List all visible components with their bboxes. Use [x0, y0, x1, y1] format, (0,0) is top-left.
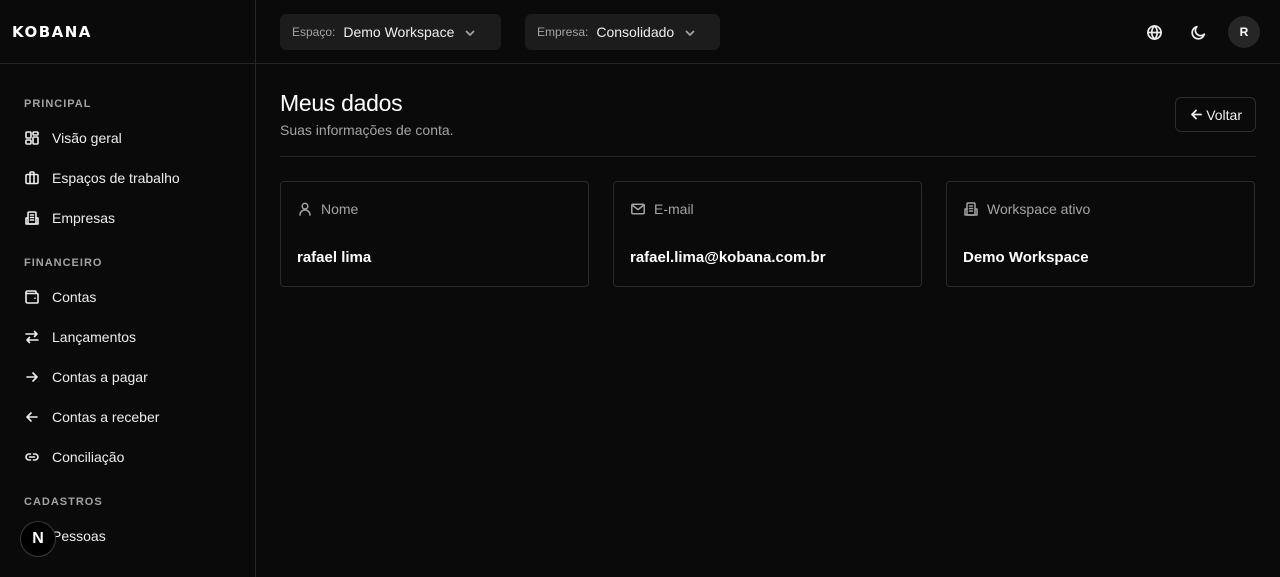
- card-value: rafael lima: [297, 249, 372, 266]
- section-title-cadastros: CADASTROS: [24, 496, 103, 508]
- card-nome: Nome rafael lima: [280, 181, 589, 287]
- card-value: rafael.lima@kobana.com.br: [630, 249, 826, 266]
- building-icon: [964, 202, 978, 216]
- page-subtitle: Suas informações de conta.: [280, 122, 454, 138]
- briefcase-icon: [24, 170, 40, 186]
- card-header: E-mail: [630, 201, 694, 217]
- back-button[interactable]: Voltar: [1175, 97, 1256, 132]
- workspace-selector[interactable]: Espaço: Demo Workspace: [280, 14, 501, 50]
- chevron-down-icon: [684, 26, 696, 38]
- sidebar-item-label: Contas: [52, 289, 97, 305]
- card-label: Nome: [321, 201, 359, 217]
- sidebar-item-label: Pessoas: [52, 528, 106, 544]
- sidebar-item-contas-a-pagar[interactable]: Contas a pagar: [0, 357, 255, 397]
- arrows-exchange-icon: [24, 329, 40, 345]
- section-title-financeiro: FINANCEIRO: [24, 257, 103, 269]
- page-title: Meus dados: [280, 90, 403, 116]
- globe-icon[interactable]: [1143, 21, 1165, 43]
- user-avatar[interactable]: R: [1228, 16, 1260, 48]
- sidebar-item-label: Contas a pagar: [52, 369, 148, 385]
- arrow-left-icon: [24, 409, 40, 425]
- kobana-logo[interactable]: KOBANA: [12, 23, 92, 41]
- company-selector[interactable]: Empresa: Consolidado: [525, 14, 720, 50]
- card-header: Nome: [297, 201, 358, 217]
- company-selector-value: Consolidado: [596, 24, 675, 40]
- topbar: Espaço: Demo Workspace Empresa: Consolid…: [256, 0, 1280, 64]
- header-divider: [280, 156, 1256, 157]
- back-button-label: Voltar: [1206, 106, 1242, 123]
- sidebar-item-label: Empresas: [52, 210, 116, 226]
- card-label: Workspace ativo: [987, 201, 1091, 217]
- building-icon: [24, 210, 40, 226]
- sidebar-item-contas-a-receber[interactable]: Contas a receber: [0, 397, 255, 437]
- arrow-left-icon: [1191, 109, 1203, 120]
- logo-bar: KOBANA: [0, 0, 255, 64]
- mail-icon: [631, 203, 645, 215]
- sidebar-item-lancamentos[interactable]: Lançamentos: [0, 317, 255, 357]
- sidebar: KOBANA PRINCIPAL Visão geral Espaços de …: [0, 0, 256, 577]
- workspace-selector-value: Demo Workspace: [343, 24, 455, 40]
- sidebar-item-label: Contas a receber: [52, 409, 160, 425]
- sidebar-nav: PRINCIPAL Visão geral Espaços de trabalh…: [0, 64, 255, 556]
- sidebar-item-conciliacao[interactable]: Conciliação: [0, 437, 255, 477]
- card-label: E-mail: [654, 201, 694, 217]
- sidebar-item-label: Lançamentos: [52, 329, 137, 345]
- card-value: Demo Workspace: [963, 249, 1089, 266]
- chevron-down-icon: [464, 26, 476, 38]
- arrow-right-icon: [24, 369, 40, 385]
- sidebar-item-contas[interactable]: Contas: [0, 277, 255, 317]
- next-dev-badge[interactable]: N: [20, 521, 56, 557]
- sidebar-item-espacos-de-trabalho[interactable]: Espaços de trabalho: [0, 158, 255, 198]
- sidebar-item-visao-geral[interactable]: Visão geral: [0, 118, 255, 158]
- account-info-cards: Nome rafael lima E-mail rafael.lima@koba…: [280, 181, 1256, 287]
- card-email: E-mail rafael.lima@kobana.com.br: [613, 181, 922, 287]
- card-workspace-ativo: Workspace ativo Demo Workspace: [946, 181, 1255, 287]
- card-header: Workspace ativo: [963, 201, 1090, 217]
- workspace-selector-key: Espaço:: [292, 25, 336, 39]
- wallet-icon: [24, 289, 40, 305]
- user-icon: [299, 202, 311, 216]
- company-selector-key: Empresa:: [537, 25, 589, 39]
- sidebar-item-label: Conciliação: [52, 449, 125, 465]
- sidebar-item-label: Visão geral: [52, 130, 122, 146]
- section-title-principal: PRINCIPAL: [24, 98, 92, 110]
- moon-icon[interactable]: [1187, 21, 1209, 43]
- link-icon: [24, 449, 40, 465]
- sidebar-item-empresas[interactable]: Empresas: [0, 198, 255, 238]
- dashboard-icon: [24, 130, 40, 146]
- sidebar-item-label: Espaços de trabalho: [52, 170, 180, 186]
